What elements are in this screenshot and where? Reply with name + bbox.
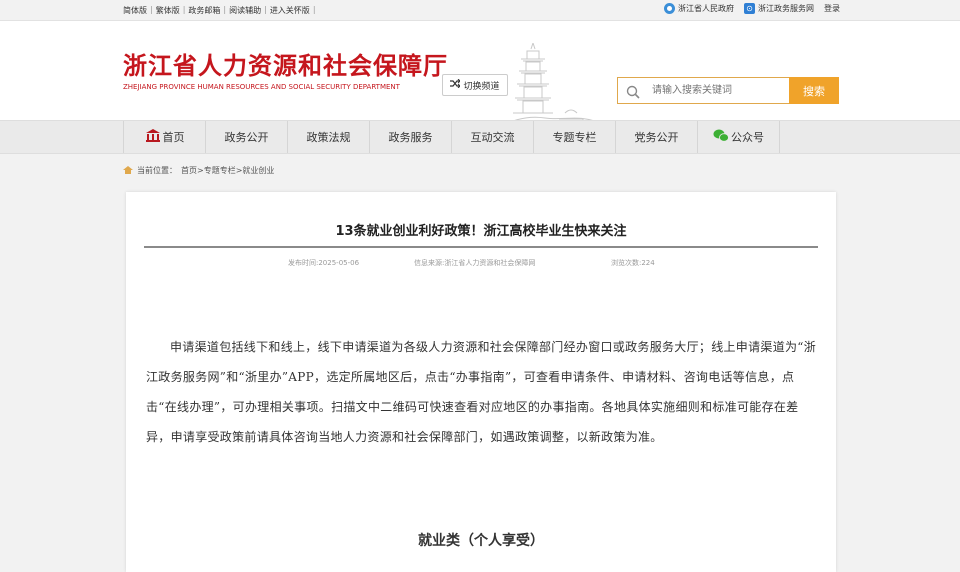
nav-item-party-affairs[interactable]: 党务公开 xyxy=(616,121,698,153)
provincial-gov-label: 浙江省人民政府 xyxy=(678,4,734,13)
gov-service-label: 浙江政务服务网 xyxy=(758,4,814,13)
nav-item-wechat[interactable]: 公众号 xyxy=(698,121,780,153)
link-gov-mail[interactable]: 政务邮箱 xyxy=(188,5,220,16)
search-input[interactable] xyxy=(650,84,774,97)
service-site-icon: ⊙ xyxy=(744,3,755,14)
shuffle-icon xyxy=(450,78,462,91)
site-title-english: ZHEJIANG PROVINCE HUMAN RESOURCES AND SO… xyxy=(123,83,400,91)
section-heading: 就业类（个人享受） xyxy=(418,533,544,549)
separator: | xyxy=(223,5,227,14)
top-links: 简体版 | 繁体版 | 政务邮箱 | 阅读辅助 | 进入关怀版 | xyxy=(123,5,319,16)
nav-label-wechat: 公众号 xyxy=(731,131,764,144)
gov-service-link[interactable]: ⊙ 浙江政务服务网 xyxy=(744,3,814,14)
nav-item-gov-affairs[interactable]: 政务公开 xyxy=(206,121,288,153)
home-icon xyxy=(123,165,133,176)
nav-item-interaction[interactable]: 互动交流 xyxy=(452,121,534,153)
search-field-wrapper xyxy=(617,77,789,104)
separator: | xyxy=(182,5,186,14)
top-right-links: 浙江省人民政府 ⊙ 浙江政务服务网 登录 xyxy=(664,3,840,14)
login-link[interactable]: 登录 xyxy=(824,3,840,14)
top-utility-bar: 简体版 | 繁体版 | 政务邮箱 | 阅读辅助 | 进入关怀版 | 浙江省人民政府 ⊙ 浙… xyxy=(0,0,960,21)
article-title: 13条就业创业利好政策！浙江高校毕业生快来关注 xyxy=(335,224,627,239)
site-title[interactable]: 浙江省人力资源和社会保障厅 xyxy=(123,46,448,81)
publish-date: 发布时间:2025-05-06 xyxy=(288,259,360,267)
view-count: 浏览次数:224 xyxy=(611,259,655,267)
article-paragraph: 申请渠道包括线下和线上，线下申请渠道为各级人力资源和社会保障部门经办窗口或政务服… xyxy=(146,340,817,444)
nav-item-policy[interactable]: 政策法规 xyxy=(288,121,370,153)
search-button[interactable]: 搜索 xyxy=(789,77,839,104)
search-icon xyxy=(626,84,640,99)
wechat-icon xyxy=(713,129,729,145)
link-traditional[interactable]: 繁体版 xyxy=(156,5,180,16)
separator: | xyxy=(312,5,316,14)
search-bar: 搜索 xyxy=(617,77,839,104)
nav-label-home: 首页 xyxy=(162,131,185,144)
link-simplified[interactable]: 简体版 xyxy=(123,5,147,16)
home-building-icon xyxy=(145,129,161,145)
separator: | xyxy=(264,5,267,14)
main-nav: 首页 政务公开 政策法规 政务服务 互动交流 专题专栏 党务公开 公众号 xyxy=(0,120,960,154)
breadcrumb-path[interactable]: 首页>专题专栏>就业创业 xyxy=(181,165,274,176)
title-divider xyxy=(144,246,818,248)
nav-item-special-topics[interactable]: 专题专栏 xyxy=(534,121,616,153)
article-card: 13条就业创业利好政策！浙江高校毕业生快来关注 发布时间:2025-05-06 … xyxy=(126,192,836,572)
provincial-gov-link[interactable]: 浙江省人民政府 xyxy=(664,3,734,14)
breadcrumb-label: 当前位置： xyxy=(137,166,177,175)
link-reading-aid[interactable]: 阅读辅助 xyxy=(229,5,261,16)
breadcrumb: 当前位置： 首页>专题专栏>就业创业 xyxy=(123,165,274,176)
site-header: 浙江省人力资源和社会保障厅 ZHEJIANG PROVINCE HUMAN RE… xyxy=(0,21,960,134)
nav-item-home[interactable]: 首页 xyxy=(123,121,206,153)
separator: | xyxy=(150,5,153,14)
info-source: 信息来源:浙江省人力资源和社会保障网 xyxy=(414,259,536,267)
link-care-version[interactable]: 进入关怀版 xyxy=(270,5,310,16)
gov-emblem-icon xyxy=(664,3,675,14)
nav-item-services[interactable]: 政务服务 xyxy=(370,121,452,153)
